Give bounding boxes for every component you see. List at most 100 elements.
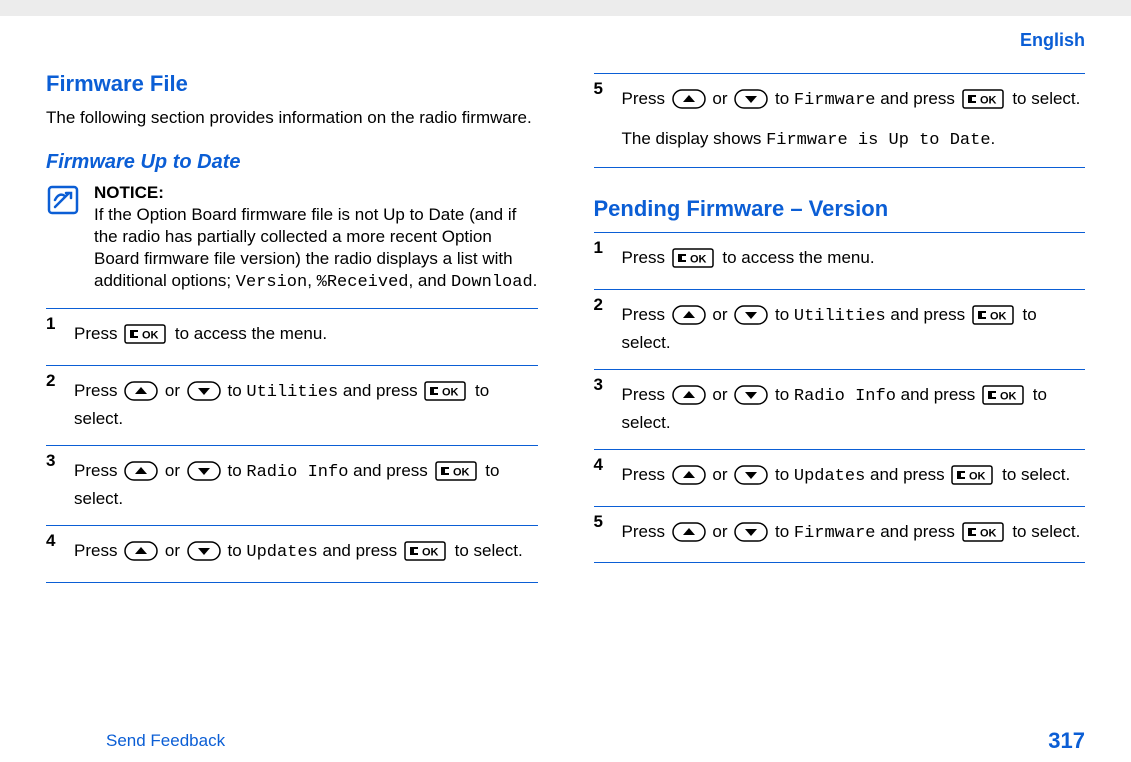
document-page: English Firmware File The following sect… (0, 16, 1131, 762)
notice-block: NOTICE: If the Option Board firmware fil… (46, 182, 538, 294)
step-text: Press (622, 248, 670, 267)
step-text: or (708, 89, 733, 108)
ok-button-icon (404, 541, 448, 568)
step-item: Press or to Utilities and press to selec… (594, 289, 1086, 369)
heading-pending-firmware: Pending Firmware – Version (594, 196, 1086, 222)
down-button-icon (734, 305, 768, 332)
step-target: Radio Info (246, 463, 348, 482)
ok-button-icon (124, 324, 168, 351)
step-text: and press (876, 522, 960, 541)
step-target: Updates (794, 467, 865, 486)
up-button-icon (672, 522, 706, 549)
notice-body: NOTICE: If the Option Board firmware fil… (94, 182, 538, 294)
step-text: and press (886, 305, 970, 324)
steps-left: Press to access the menu. Press or to Ut… (46, 308, 538, 583)
step-extra-pre: The display shows (622, 129, 767, 148)
step-text: Press (622, 305, 670, 324)
step-text: to (770, 89, 794, 108)
step-item: Press or to Updates and press to select. (46, 525, 538, 583)
step-text: to (770, 522, 794, 541)
ok-button-icon (972, 305, 1016, 332)
heading-firmware-file: Firmware File (46, 71, 538, 97)
step-target: Utilities (794, 307, 886, 326)
ok-button-icon (672, 248, 716, 275)
step-text: or (708, 385, 733, 404)
step-text: Press (622, 522, 670, 541)
step-item: Press or to Firmware and press to select… (594, 506, 1086, 564)
step-text: Press (74, 324, 122, 343)
step-text: Press (622, 465, 670, 484)
step-text: to (770, 385, 794, 404)
up-button-icon (672, 385, 706, 412)
down-button-icon (187, 461, 221, 488)
ok-button-icon (962, 89, 1006, 116)
step-text: and press (876, 89, 960, 108)
step-text: Press (622, 385, 670, 404)
step-target: Radio Info (794, 387, 896, 406)
ok-button-icon (962, 522, 1006, 549)
step-text: to select. (1008, 89, 1081, 108)
ok-button-icon (435, 461, 479, 488)
step-item: Press to access the menu. (46, 308, 538, 365)
notice-opt-download: Download (451, 273, 533, 292)
step-text: or (708, 305, 733, 324)
content-columns: Firmware File The following section prov… (46, 71, 1085, 583)
step-text: to select. (450, 541, 523, 560)
down-button-icon (734, 522, 768, 549)
step-text: to access the menu. (718, 248, 875, 267)
notice-sep1: , (307, 271, 316, 290)
step-text: Press (74, 381, 122, 400)
step-item: Press or to Firmware and press to select… (594, 73, 1086, 168)
up-button-icon (672, 89, 706, 116)
heading-firmware-up-to-date: Firmware Up to Date (46, 151, 538, 174)
step-text: and press (348, 461, 432, 480)
up-button-icon (672, 465, 706, 492)
step-text: to (223, 381, 247, 400)
left-column: Firmware File The following section prov… (46, 71, 538, 583)
step-target: Firmware (794, 91, 876, 110)
down-button-icon (187, 381, 221, 408)
up-button-icon (124, 381, 158, 408)
step-text: and press (865, 465, 949, 484)
notice-icon (46, 184, 82, 294)
step-text: and press (338, 381, 422, 400)
intro-text: The following section provides informati… (46, 107, 538, 129)
step-text: to (770, 305, 794, 324)
step-text: or (160, 461, 185, 480)
step-item: Press or to Radio Info and press to sele… (46, 445, 538, 525)
step-text: to select. (1008, 522, 1081, 541)
step-text: or (160, 541, 185, 560)
ok-button-icon (951, 465, 995, 492)
up-button-icon (124, 461, 158, 488)
step-text: Press (74, 541, 122, 560)
ok-button-icon (982, 385, 1026, 412)
right-column: Press or to Firmware and press to select… (594, 71, 1086, 583)
ok-button-icon (424, 381, 468, 408)
send-feedback-link[interactable]: Send Feedback (106, 731, 225, 751)
step-text: to select. (997, 465, 1070, 484)
steps-right-top: Press or to Firmware and press to select… (594, 73, 1086, 168)
down-button-icon (187, 541, 221, 568)
step-text: or (708, 465, 733, 484)
notice-opt-received: %Received (317, 273, 409, 292)
notice-end: . (533, 271, 538, 290)
step-item: Press or to Utilities and press to selec… (46, 365, 538, 445)
down-button-icon (734, 465, 768, 492)
step-text: or (160, 381, 185, 400)
step-item: Press to access the menu. (594, 232, 1086, 289)
step-text: and press (318, 541, 402, 560)
step-item: Press or to Radio Info and press to sele… (594, 369, 1086, 449)
step-item: Press or to Updates and press to select. (594, 449, 1086, 506)
notice-opt-version: Version (236, 273, 307, 292)
up-button-icon (124, 541, 158, 568)
language-label: English (46, 30, 1085, 51)
step-text: and press (896, 385, 980, 404)
step-target: Firmware (794, 524, 876, 543)
step-text: Press (74, 461, 122, 480)
step-text: to access the menu. (170, 324, 327, 343)
step-text: to (223, 461, 247, 480)
page-footer: Send Feedback 317 (0, 728, 1131, 754)
down-button-icon (734, 89, 768, 116)
step-extra-post: . (991, 129, 996, 148)
notice-title: NOTICE: (94, 183, 164, 202)
